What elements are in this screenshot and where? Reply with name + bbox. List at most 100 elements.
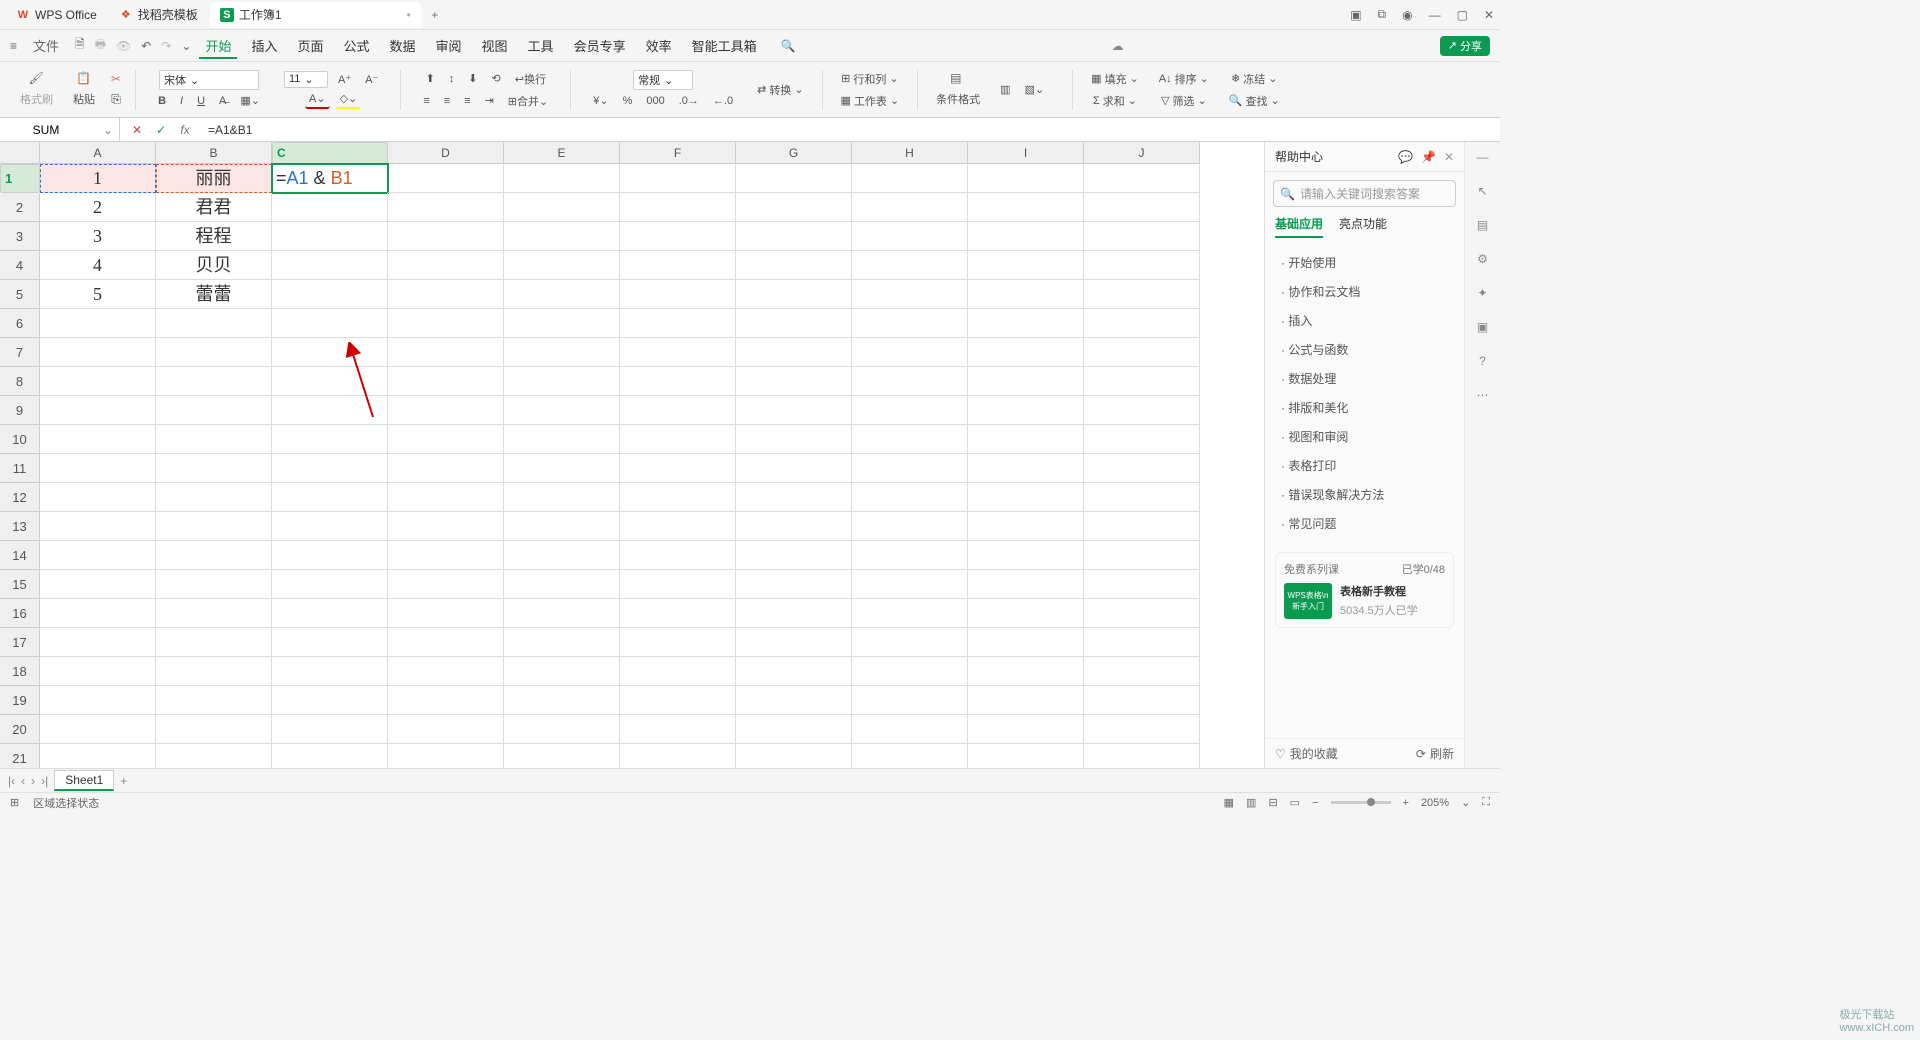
print-icon[interactable]: 🖶 <box>95 35 106 56</box>
cell[interactable] <box>40 338 156 367</box>
cell[interactable] <box>620 425 736 454</box>
cell[interactable] <box>40 541 156 570</box>
help-item[interactable]: 表格打印 <box>1265 451 1464 480</box>
percent-button[interactable]: % <box>619 93 637 109</box>
convert-button[interactable]: ⇄转换⌄ <box>753 80 807 100</box>
cube-icon[interactable]: ⧉ <box>1378 7 1387 22</box>
cell[interactable] <box>852 367 968 396</box>
cell[interactable] <box>852 164 968 193</box>
row-header[interactable]: 16 <box>0 599 40 628</box>
cell[interactable] <box>736 338 852 367</box>
cell[interactable] <box>504 715 620 744</box>
menu-review[interactable]: 审阅 <box>430 32 468 59</box>
select-tool-icon[interactable]: ↖ <box>1477 184 1487 198</box>
cell[interactable] <box>40 367 156 396</box>
cell[interactable] <box>736 367 852 396</box>
cell[interactable] <box>40 628 156 657</box>
cell[interactable] <box>40 512 156 541</box>
cell[interactable] <box>968 280 1084 309</box>
cell[interactable] <box>968 222 1084 251</box>
undo-icon[interactable]: ↶ <box>141 39 151 53</box>
fill-color-button[interactable]: ◇⌄ <box>336 90 362 109</box>
cell[interactable] <box>852 483 968 512</box>
cell[interactable] <box>968 309 1084 338</box>
cell[interactable] <box>852 686 968 715</box>
settings-icon[interactable]: ⚙ <box>1477 252 1488 266</box>
view-normal-icon[interactable]: ▦ <box>1224 796 1234 809</box>
cell[interactable] <box>620 657 736 686</box>
col-header[interactable]: J <box>1084 142 1200 164</box>
cell[interactable] <box>40 599 156 628</box>
accept-formula-button[interactable]: ✓ <box>154 123 168 137</box>
cell[interactable] <box>272 280 388 309</box>
cell[interactable] <box>968 251 1084 280</box>
fx-button[interactable]: fx <box>178 123 192 137</box>
cell[interactable]: =A1 & B1 <box>272 164 388 193</box>
cell[interactable] <box>968 541 1084 570</box>
cell[interactable] <box>156 483 272 512</box>
cell[interactable] <box>620 309 736 338</box>
layout-icon[interactable]: ▣ <box>1350 8 1361 22</box>
format-painter-icon[interactable]: 🖌 <box>29 71 45 87</box>
cell[interactable] <box>272 251 388 280</box>
cell[interactable] <box>736 280 852 309</box>
cell[interactable] <box>620 280 736 309</box>
cell[interactable] <box>1084 193 1200 222</box>
cell[interactable] <box>388 512 504 541</box>
cell[interactable] <box>736 164 852 193</box>
cell[interactable] <box>272 744 388 768</box>
row-header[interactable]: 7 <box>0 338 40 367</box>
cell[interactable] <box>852 454 968 483</box>
strikethrough-button[interactable]: A̶ <box>215 93 230 109</box>
cell[interactable] <box>852 599 968 628</box>
cell[interactable] <box>852 628 968 657</box>
cell[interactable] <box>388 454 504 483</box>
cell[interactable] <box>736 715 852 744</box>
menu-tools[interactable]: 工具 <box>522 32 560 59</box>
wrap-text-button[interactable]: ↩换行 <box>511 69 550 89</box>
sheet-nav-first[interactable]: |‹ <box>8 774 15 788</box>
cell[interactable] <box>388 338 504 367</box>
underline-button[interactable]: U <box>193 93 209 109</box>
cell[interactable] <box>40 657 156 686</box>
help-item[interactable]: 错误现象解决方法 <box>1265 480 1464 509</box>
sheet-nav-prev[interactable]: ‹ <box>21 774 25 788</box>
cell[interactable] <box>968 657 1084 686</box>
menu-member[interactable]: 会员专享 <box>568 32 632 59</box>
cell[interactable] <box>736 541 852 570</box>
cell[interactable] <box>156 512 272 541</box>
more-icon[interactable]: ⋯ <box>1477 388 1489 402</box>
shrink-font-button[interactable]: A⁻ <box>361 71 382 88</box>
cell[interactable] <box>968 512 1084 541</box>
cell[interactable] <box>968 338 1084 367</box>
cell[interactable] <box>272 715 388 744</box>
search-icon[interactable]: 🔍 <box>781 39 796 53</box>
align-right-button[interactable]: ≡ <box>460 93 474 109</box>
cell[interactable] <box>156 686 272 715</box>
add-sheet-button[interactable]: + <box>120 774 127 788</box>
cell[interactable] <box>852 309 968 338</box>
cell[interactable] <box>852 744 968 768</box>
cell[interactable] <box>620 512 736 541</box>
cell[interactable]: 君君 <box>156 193 272 222</box>
cell[interactable] <box>852 715 968 744</box>
cell[interactable] <box>504 396 620 425</box>
row-header[interactable]: 5 <box>0 280 40 309</box>
cell[interactable] <box>504 599 620 628</box>
zoom-value[interactable]: 205% <box>1421 797 1449 809</box>
grow-font-button[interactable]: A⁺ <box>334 71 355 88</box>
cell[interactable] <box>504 222 620 251</box>
close-button[interactable]: ✕ <box>1484 8 1494 22</box>
rowcol-button[interactable]: ⊞行和列⌄ <box>837 69 902 89</box>
cell[interactable]: 5 <box>40 280 156 309</box>
cell[interactable]: 贝贝 <box>156 251 272 280</box>
cell[interactable] <box>968 164 1084 193</box>
row-header[interactable]: 14 <box>0 541 40 570</box>
cell[interactable] <box>1084 541 1200 570</box>
find-button[interactable]: 🔍查找⌄ <box>1225 91 1284 111</box>
help-tab-basic[interactable]: 基础应用 <box>1275 215 1323 238</box>
cell[interactable]: 2 <box>40 193 156 222</box>
cell[interactable] <box>272 570 388 599</box>
cell[interactable]: 1 <box>40 164 156 193</box>
italic-button[interactable]: I <box>176 93 187 109</box>
